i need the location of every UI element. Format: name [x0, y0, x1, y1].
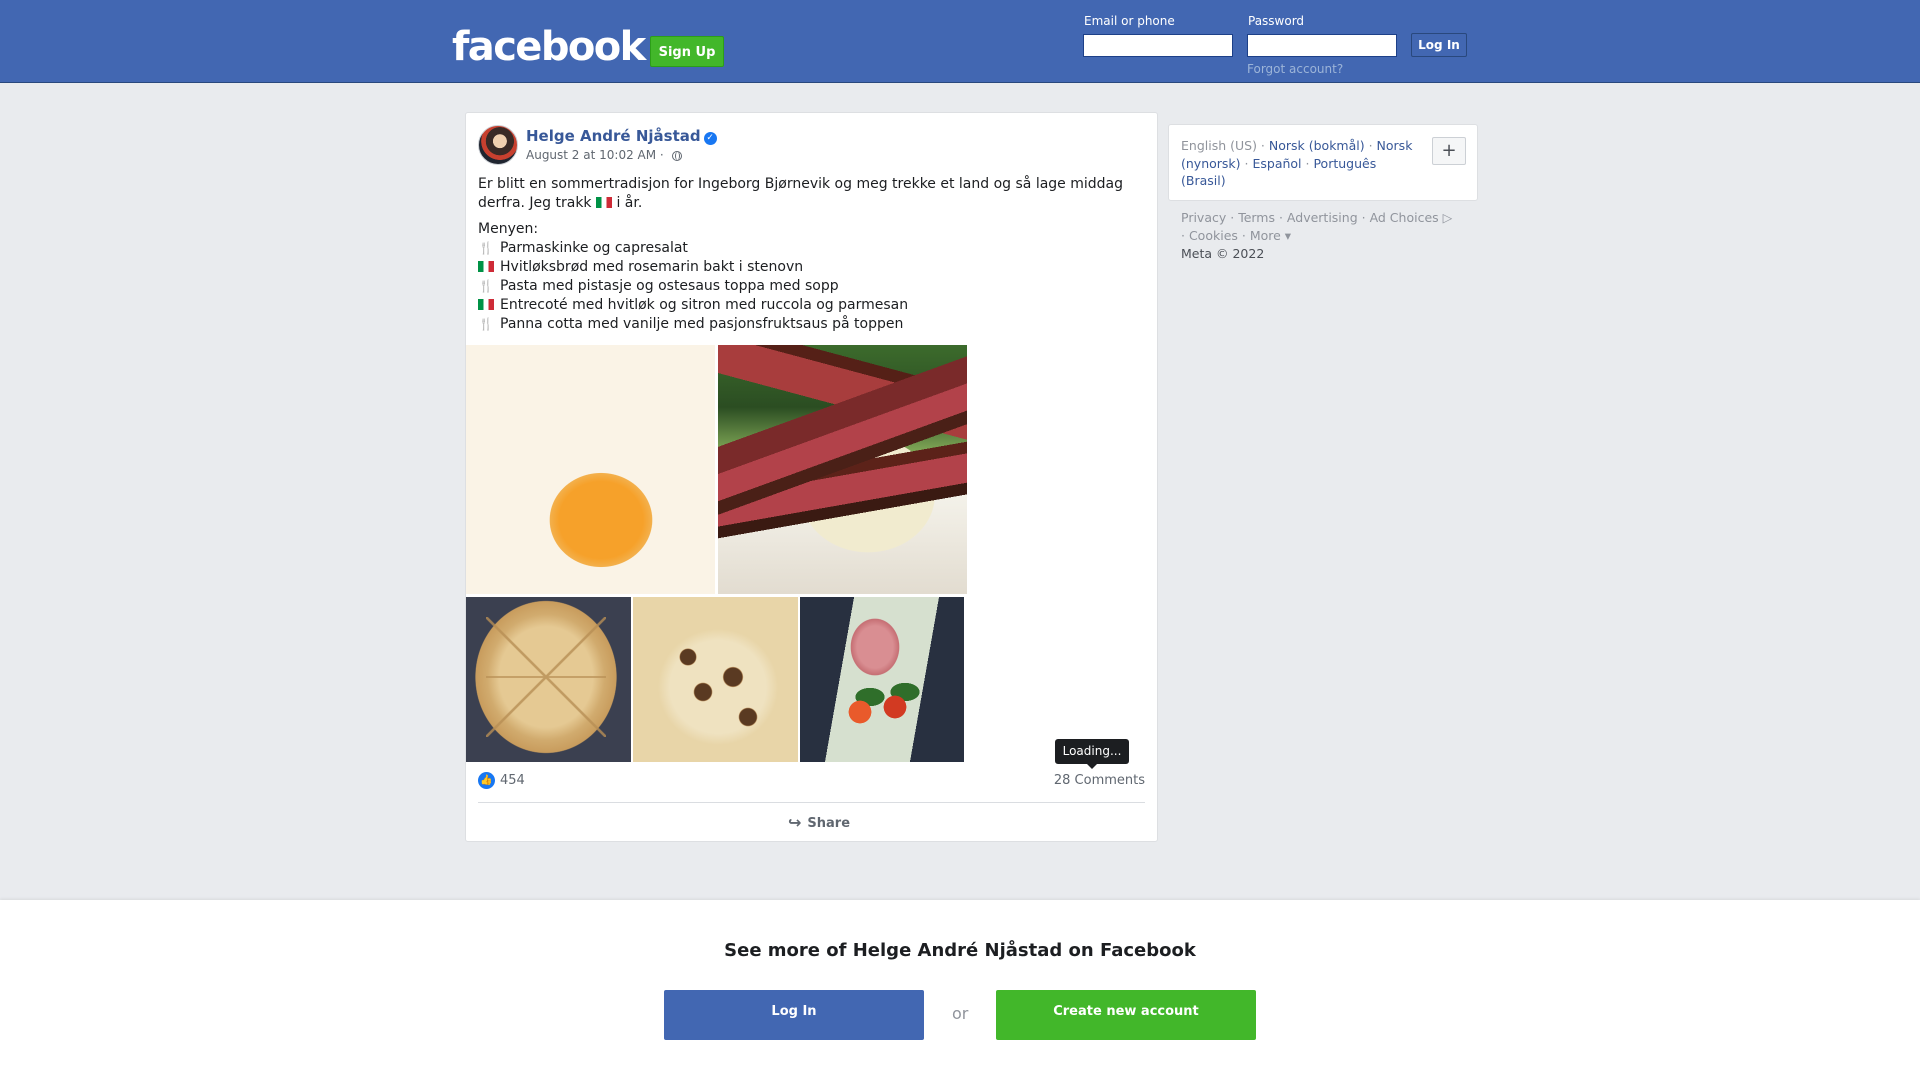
post-meta: August 2 at 10:02 AM ·	[526, 148, 682, 162]
comments-count[interactable]: 28 Comments	[1054, 772, 1145, 789]
top-navigation-bar: facebook Sign Up Email or phone Password…	[0, 0, 1920, 83]
language-list: English (US) · Norsk (bokmål) · Norsk (n…	[1181, 138, 1413, 188]
menu-item: 🍴 Panna cotta med vanilje med pasjonsfruk…	[478, 315, 1138, 334]
photo-prosciutto[interactable]	[800, 597, 964, 762]
author-name[interactable]: Helge André Njåstad	[526, 127, 701, 145]
post-timestamp[interactable]: August 2 at 10:02 AM	[526, 148, 656, 162]
language-link[interactable]: Norsk (bokmål)	[1269, 138, 1365, 153]
fork-knife-icon: 🍴	[478, 241, 494, 255]
post-card: Helge André Njåstad ✓ August 2 at 10:02 A…	[465, 112, 1158, 842]
ad-choices-icon: ▷	[1438, 210, 1453, 225]
copyright: Meta © 2022	[1181, 246, 1265, 261]
menu-item-text: Panna cotta med vanilje med pasjonsfrukt…	[500, 316, 904, 332]
like-icon[interactable]: 👍	[478, 772, 495, 789]
menu-item: 🍴 Pasta med pistasje og ostesaus toppa me…	[478, 277, 1138, 296]
italy-flag-icon	[478, 261, 494, 272]
photo-panna-cotta[interactable]	[466, 345, 715, 594]
intro-text: Er blitt en sommertradisjon for Ingeborg…	[478, 176, 1124, 211]
photo-entrecote[interactable]	[718, 345, 967, 594]
footer-link-terms[interactable]: Terms	[1238, 210, 1275, 225]
login-prompt-panel: See more of Helge André Njåstad on Faceb…	[0, 900, 1920, 1080]
footer-link-advertising[interactable]: Advertising	[1287, 210, 1358, 225]
email-label: Email or phone	[1084, 14, 1175, 28]
photo-garlic-bread[interactable]	[466, 597, 631, 762]
meta-separator: ·	[659, 148, 664, 162]
footer-link-cookies[interactable]: Cookies	[1189, 228, 1238, 243]
footer-link-more[interactable]: More	[1250, 228, 1281, 243]
menu-title: Menyen:	[478, 221, 539, 237]
add-language-button[interactable]: +	[1432, 137, 1466, 165]
like-count[interactable]: 454	[500, 772, 525, 789]
password-label: Password	[1248, 14, 1305, 28]
current-language: English (US)	[1181, 138, 1257, 153]
post-text: Er blitt en sommertradisjon for Ingeborg…	[478, 175, 1138, 334]
create-account-button[interactable]: Create new account	[996, 990, 1256, 1040]
email-field[interactable]	[1083, 34, 1233, 57]
menu-item: 🍴 Parmaskinke og capresalat	[478, 239, 1138, 258]
language-link[interactable]: Español	[1252, 156, 1301, 171]
menu-item-text: Entrecoté med hvitløk og sitron med rucc…	[500, 297, 909, 313]
menu-item: Hvitløksbrød med rosemarin bakt i stenov…	[478, 258, 1138, 277]
share-label: Share	[807, 816, 851, 831]
or-label: or	[952, 1004, 969, 1023]
menu-item: Entrecoté med hvitløk og sitron med rucc…	[478, 296, 1138, 315]
menu-item-text: Parmaskinke og capresalat	[500, 240, 688, 256]
footer-links: Privacy · Terms · Advertising · Ad Choic…	[1181, 210, 1453, 261]
fork-knife-icon: 🍴	[478, 317, 494, 331]
post-intro: Er blitt en sommertradisjon for Ingeborg…	[478, 175, 1138, 213]
share-icon: ↪	[788, 813, 802, 832]
menu-item-text: Pasta med pistasje og ostesaus toppa med…	[500, 278, 839, 294]
signup-button[interactable]: Sign Up	[650, 36, 724, 67]
forgot-account-link[interactable]: Forgot account?	[1247, 62, 1343, 76]
fork-knife-icon: 🍴	[478, 279, 494, 293]
prompt-login-button[interactable]: Log In	[664, 990, 924, 1040]
see-more-title: See more of Helge André Njåstad on Faceb…	[724, 940, 1196, 961]
italy-flag-icon	[478, 299, 494, 310]
footer-link-privacy[interactable]: Privacy	[1181, 210, 1226, 225]
password-field[interactable]	[1247, 34, 1397, 57]
divider	[478, 802, 1145, 803]
menu-item-text: Hvitløksbrød med rosemarin bakt i stenov…	[500, 259, 804, 275]
post-author[interactable]: Helge André Njåstad ✓	[526, 127, 717, 145]
share-button[interactable]: ↪ Share	[788, 813, 850, 834]
globe-icon	[671, 151, 682, 161]
language-selector: English (US) · Norsk (bokmål) · Norsk (n…	[1168, 124, 1478, 201]
check-badge-icon: ✓	[703, 132, 717, 145]
facebook-logo[interactable]: facebook	[452, 22, 646, 72]
footer-link-ad-choices[interactable]: Ad Choices	[1370, 210, 1439, 225]
italy-flag-icon	[596, 197, 612, 208]
intro-text-end: i år.	[616, 195, 643, 211]
caret-down-icon: ▾	[1280, 228, 1292, 243]
loading-tooltip: Loading...	[1055, 739, 1129, 769]
avatar[interactable]	[478, 125, 518, 165]
login-button[interactable]: Log In	[1411, 33, 1467, 57]
photo-pasta[interactable]	[633, 597, 798, 762]
